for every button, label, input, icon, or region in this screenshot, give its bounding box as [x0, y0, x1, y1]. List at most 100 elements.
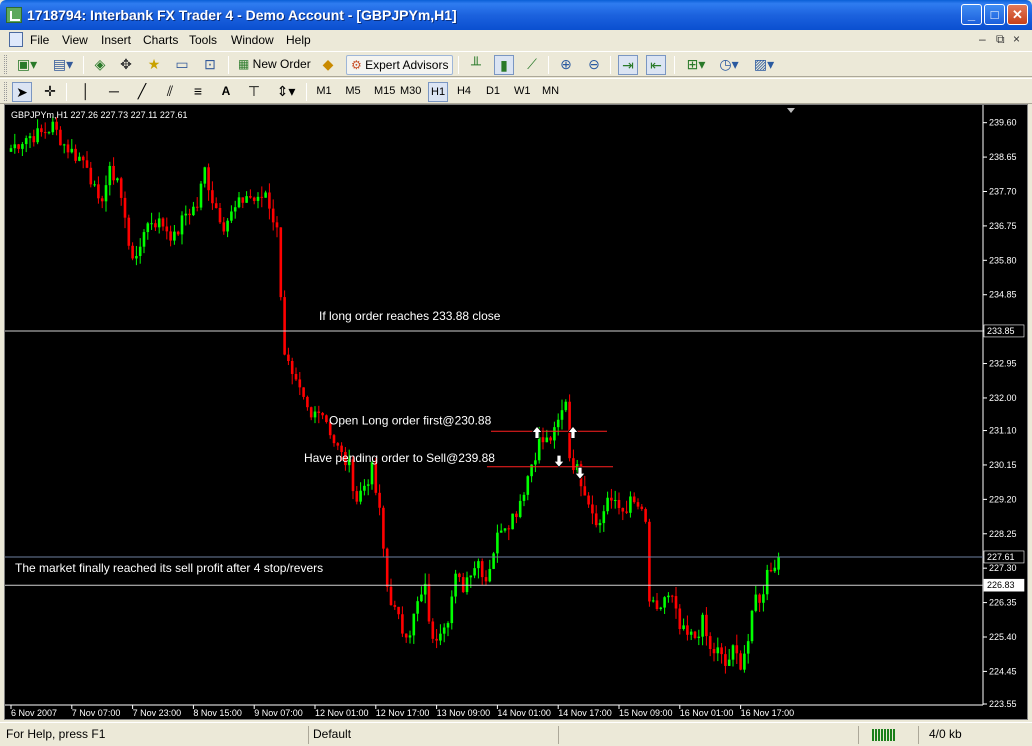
price-chart[interactable]: 239.60 238.65 237.70 236.75 235.80 234.85 233.…	[5, 105, 1027, 719]
candle-body	[294, 373, 298, 380]
horizontal-line-icon[interactable]: ─	[104, 82, 124, 102]
candle-body	[203, 167, 207, 184]
bar-chart-icon[interactable]: ╨	[466, 55, 486, 75]
candle-body	[393, 605, 397, 607]
vertical-line-icon[interactable]: │	[76, 82, 96, 102]
candle-body	[693, 631, 697, 638]
equidistant-channel-icon[interactable]: ⫽	[160, 82, 180, 102]
templates-icon[interactable]: ▨▾	[750, 55, 778, 75]
candle-body	[553, 427, 556, 441]
menu-tools[interactable]: Tools	[189, 33, 217, 47]
new-chart-icon[interactable]: ▣▾	[12, 55, 42, 75]
toolbar-grip[interactable]	[4, 55, 7, 74]
candle-body	[302, 387, 305, 397]
candle-body	[283, 297, 286, 355]
menu-window[interactable]: Window	[231, 33, 274, 47]
menu-view[interactable]: View	[62, 33, 88, 47]
candle-body	[70, 148, 74, 153]
text-label-icon[interactable]: ⊤	[244, 82, 264, 102]
text-tool-icon[interactable]: A	[216, 82, 236, 102]
auto-scroll-icon[interactable]: ⇥	[618, 55, 638, 75]
candle-body	[507, 528, 511, 530]
candle-body	[762, 594, 765, 603]
timeframe-w1-button[interactable]: W1	[512, 82, 533, 102]
profiles-icon[interactable]: ▤▾	[48, 55, 78, 75]
data-window-icon[interactable]: ✥	[116, 55, 136, 75]
mdi-minimize-button[interactable]: –	[979, 32, 986, 46]
candle-body	[420, 594, 423, 602]
new-order-button[interactable]: ▦ New Order	[235, 55, 314, 75]
candle-body	[47, 132, 51, 134]
candle-body	[564, 401, 568, 411]
candle-body	[678, 608, 682, 630]
expert-advisors-button[interactable]: ⚙ Expert Advisors	[346, 55, 454, 75]
candle-body	[287, 354, 290, 362]
mdi-restore-button[interactable]: ⧉	[996, 32, 1005, 47]
close-button[interactable]: ✕	[1007, 4, 1028, 25]
candle-body	[606, 497, 609, 512]
candle-body	[496, 532, 499, 554]
zoom-out-icon[interactable]: ⊖	[584, 55, 604, 75]
y-tick-label: 235.80	[989, 255, 1017, 265]
maximize-button[interactable]: □	[984, 4, 1005, 25]
timeframe-h1-button[interactable]: H1	[428, 82, 449, 102]
metaeditor-icon[interactable]: ◆	[318, 55, 338, 75]
document-icon[interactable]	[9, 32, 23, 47]
candle-body	[518, 500, 522, 517]
navigator-icon[interactable]: ★	[144, 55, 164, 75]
cursor-icon[interactable]: ➤	[12, 82, 32, 102]
toolbar-grip[interactable]	[4, 82, 7, 101]
candle-body	[754, 594, 758, 611]
fibonacci-icon[interactable]: ≡	[188, 82, 208, 102]
periods-icon[interactable]: ◷▾	[715, 55, 743, 75]
title-bar[interactable]: 1718794: Interbank FX Trader 4 - Demo Ac…	[0, 0, 1032, 30]
candle-body	[594, 513, 598, 526]
arrows-icon[interactable]: ⇕▾	[272, 82, 300, 102]
market-watch-icon[interactable]: ◈	[90, 55, 110, 75]
trendline-icon[interactable]: ╱	[132, 82, 152, 102]
candle-body	[332, 435, 336, 444]
menu-charts[interactable]: Charts	[143, 33, 178, 47]
x-tick-label: 13 Nov 09:00	[437, 708, 491, 718]
chart-shift-icon[interactable]: ⇤	[646, 55, 666, 75]
candle-body	[431, 621, 435, 639]
indicators-icon[interactable]: ⊞▾	[682, 55, 710, 75]
candle-body	[184, 213, 188, 216]
crosshair-icon[interactable]: ✛	[40, 82, 60, 102]
timeframe-m15-button[interactable]: M15	[372, 82, 397, 102]
menu-help[interactable]: Help	[286, 33, 311, 47]
candle-body	[317, 411, 321, 413]
mdi-close-button[interactable]: ×	[1013, 32, 1020, 46]
candle-body	[640, 506, 644, 510]
chart-area[interactable]: 239.60 238.65 237.70 236.75 235.80 234.85 233.…	[4, 104, 1028, 720]
timeframe-m30-button[interactable]: M30	[398, 82, 423, 102]
candle-body	[404, 633, 408, 638]
candle-body	[473, 568, 476, 576]
terminal-icon[interactable]: ▭	[172, 55, 192, 75]
minimize-button[interactable]: _	[961, 4, 982, 25]
timeframe-m5-button[interactable]: M5	[343, 82, 363, 102]
zoom-in-icon[interactable]: ⊕	[556, 55, 576, 75]
menu-file[interactable]: File	[30, 33, 49, 47]
candle-body	[469, 575, 473, 578]
timeframe-d1-button[interactable]: D1	[483, 82, 503, 102]
close-long-annotation: If long order reaches 233.88 close	[319, 309, 501, 323]
candle-body	[598, 523, 602, 526]
strategy-tester-icon[interactable]: ⊡	[200, 55, 220, 75]
candle-body	[104, 185, 108, 202]
candle-body	[13, 144, 17, 149]
menu-insert[interactable]: Insert	[101, 33, 131, 47]
candle-body	[165, 226, 169, 232]
timeframe-mn-button[interactable]: MN	[540, 82, 561, 102]
candle-body	[173, 231, 176, 241]
candle-body	[249, 196, 252, 198]
timeframe-h4-button[interactable]: H4	[454, 82, 474, 102]
timeframe-m1-button[interactable]: M1	[314, 82, 334, 102]
candle-body	[382, 507, 385, 549]
candlestick-chart-icon[interactable]: ▮	[494, 55, 514, 75]
pending-sell-annotation: Have pending order to Sell@239.88	[304, 451, 495, 465]
candle-body	[401, 614, 404, 634]
candle-body	[610, 497, 613, 501]
line-chart-icon[interactable]: ⟋	[522, 55, 542, 75]
candle-body	[670, 595, 674, 597]
